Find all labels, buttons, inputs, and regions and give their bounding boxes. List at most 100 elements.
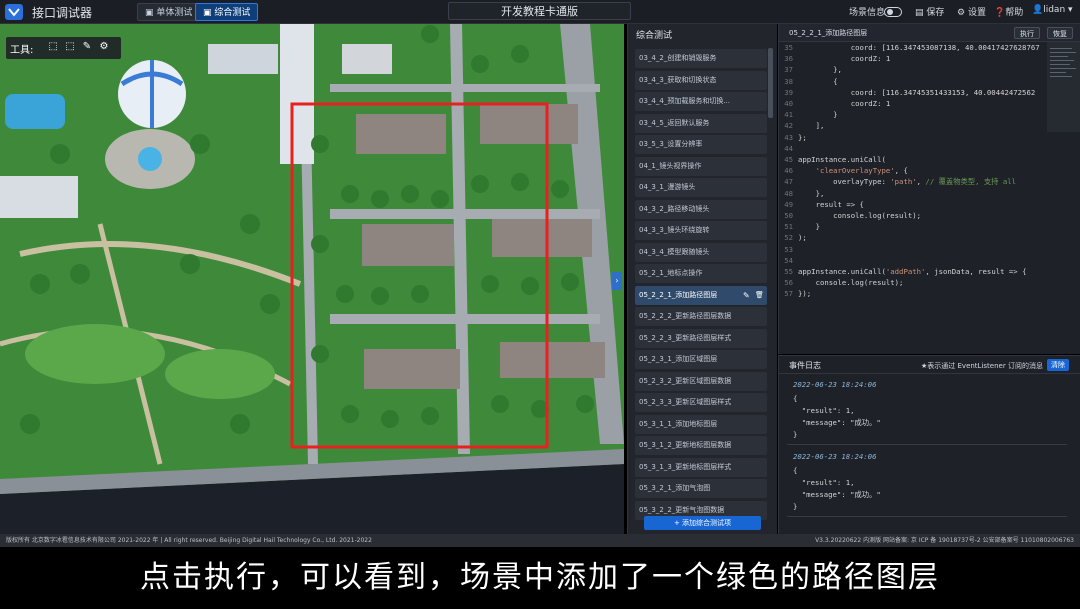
- help-icon: ❓: [994, 8, 1006, 18]
- line-number: 44: [784, 143, 793, 153]
- tab-unit-test[interactable]: ▣ 单体测试: [137, 3, 201, 21]
- list-item[interactable]: 03_4_4_预加载服务和切换...: [635, 92, 767, 111]
- event-log-panel: 事件日志 ★表示通过 EventListener 订阅的消息 清除 2022-0…: [778, 355, 1080, 534]
- list-item[interactable]: 05_3_1_2_更新地标图层数据: [635, 436, 767, 455]
- list-item[interactable]: 05_2_3_3_更新区域图层样式: [635, 393, 767, 412]
- delete-icon[interactable]: 🗑: [755, 286, 764, 305]
- line-number: 53: [784, 244, 793, 254]
- footer: 版权所有 北京数字冰雹信息技术有限公司 2021-2022 年 | All ri…: [0, 534, 1080, 547]
- list-item[interactable]: 04_3_3_镜头环绕旋转: [635, 221, 767, 240]
- log-line: }: [793, 430, 798, 439]
- log-timestamp: 2022-06-23 18:24:06: [793, 452, 877, 461]
- chevron-down-icon: ▾: [1065, 5, 1073, 15]
- list-item[interactable]: 03_4_2_创建和销毁服务: [635, 49, 767, 68]
- line-number: 40: [784, 99, 793, 108]
- add-test-item-button[interactable]: + 添加综合测试项: [644, 516, 761, 530]
- event-log-note: ★表示通过 EventListener 订阅的消息: [921, 362, 1043, 370]
- list-item[interactable]: 05_3_1_3_更新地标图层样式: [635, 457, 767, 477]
- code-text: console.log(result);: [798, 211, 922, 220]
- tab-icon: ▣: [145, 8, 157, 18]
- code-text: {: [798, 76, 838, 86]
- line-number: 48: [784, 188, 793, 198]
- line-number: 54: [784, 255, 793, 265]
- log-line: {: [793, 394, 798, 403]
- line-number: 46: [784, 166, 793, 176]
- settings-button[interactable]: ⚙ 设置: [957, 5, 986, 18]
- log-separator: [787, 444, 1067, 445]
- line-number: 57: [784, 289, 793, 299]
- save-button[interactable]: ▤ 保存: [915, 5, 944, 18]
- log-line: "result": 1,: [793, 478, 855, 487]
- list-item[interactable]: 05_3_2_1_添加气泡图: [635, 479, 767, 498]
- list-item[interactable]: 05_2_3_1_添加区域图层: [635, 350, 767, 369]
- list-item[interactable]: 03_5_3_设置分辨率: [635, 135, 767, 154]
- list-item[interactable]: 03_4_5_返回默认服务: [635, 113, 767, 133]
- code-text: coord: [116.347453087138, 40.00417427628…: [798, 43, 1040, 52]
- log-timestamp: 2022-06-23 18:24:06: [793, 380, 877, 389]
- test-list-panel: 综合测试 03_4_2_创建和销毁服务 03_4_3_获取和切换状态 03_4_4_…: [627, 24, 777, 534]
- list-item[interactable]: 04_1_镜头视界操作: [635, 156, 767, 176]
- select-box-icon[interactable]: ⬚: [47, 41, 59, 53]
- app-title: 接口调试器: [32, 6, 93, 20]
- edit-icon[interactable]: ✎: [743, 286, 750, 305]
- code-editor[interactable]: 05_2_2_1_添加路径图层 执行 恢复 35 coord: [116.347…: [778, 24, 1080, 354]
- log-separator: [787, 516, 1067, 517]
- list-item[interactable]: 05_2_2_3_更新路径图层样式: [635, 328, 767, 348]
- version-text: V3.3.20220622 内测版 网站备案: 京 ICP 备 19018737…: [815, 537, 1074, 544]
- line-number: 43: [784, 132, 793, 142]
- code-text: ],: [798, 121, 825, 131]
- line-number: 49: [784, 199, 793, 209]
- settings-gear-icon[interactable]: ⚙: [98, 41, 110, 53]
- run-button[interactable]: 执行: [1014, 27, 1040, 39]
- list-scrollbar[interactable]: [768, 48, 773, 118]
- collapse-panel-arrow-icon[interactable]: ›: [612, 272, 622, 290]
- line-number: 51: [784, 222, 793, 232]
- code-text: appInstance.uniCall('addPath', jsonData,…: [798, 267, 1027, 276]
- list-item[interactable]: 05_2_3_2_更新区域图层数据: [635, 371, 767, 391]
- event-log-header: 事件日志 ★表示通过 EventListener 订阅的消息 清除: [779, 356, 1080, 374]
- list-item[interactable]: 03_4_3_获取和切换状态: [635, 70, 767, 90]
- project-title[interactable]: 开发教程卡通版: [448, 2, 631, 20]
- list-item[interactable]: 04_3_2_路径移动镜头: [635, 199, 767, 219]
- code-text: result => {: [798, 199, 864, 209]
- draw-pen-icon[interactable]: ✎: [81, 41, 93, 53]
- list-item[interactable]: 05_2_1_地标点操作: [635, 264, 767, 283]
- tab-integration-test[interactable]: ▣ 综合测试: [195, 3, 259, 21]
- list-item[interactable]: 05_2_2_2_更新路径图层数据: [635, 307, 767, 326]
- line-number: 36: [784, 54, 793, 64]
- line-number: 52: [784, 233, 793, 243]
- line-number: 47: [784, 177, 793, 187]
- log-line: "message": "成功。": [793, 490, 881, 499]
- user-icon: 👤: [1032, 5, 1044, 15]
- help-button[interactable]: ❓帮助: [994, 5, 1023, 18]
- code-text: },: [798, 188, 825, 198]
- save-icon: ▤: [915, 8, 927, 18]
- list-item[interactable]: 05_2_2_1_添加路径图层 ✎ 🗑: [635, 285, 767, 305]
- log-line: "message": "成功。": [793, 418, 881, 427]
- code-text: overlayType: 'path', // 覆盖物类型, 支持 all: [798, 177, 1017, 187]
- code-text: 'clearOverlayType', {: [815, 166, 908, 176]
- line-number: 56: [784, 278, 793, 288]
- user-menu[interactable]: 👤lidan ▾: [1032, 5, 1073, 15]
- code-minimap[interactable]: [1047, 42, 1080, 132]
- code-text: };: [798, 132, 807, 142]
- scene-info-toggle[interactable]: [884, 7, 902, 17]
- list-item[interactable]: 05_3_1_1_添加地标图层: [635, 414, 767, 434]
- line-number: 50: [784, 211, 793, 220]
- line-number: 42: [784, 121, 793, 131]
- restore-button[interactable]: 恢复: [1047, 27, 1073, 39]
- code-area[interactable]: 35 coord: [116.347453087138, 40.00417427…: [779, 42, 1047, 342]
- line-number: 41: [784, 110, 793, 120]
- list-header: 综合测试: [636, 31, 673, 41]
- scene-info-label: 场景信息: [849, 8, 886, 18]
- clear-log-button[interactable]: 清除: [1047, 359, 1069, 371]
- scene-viewport[interactable]: ›: [0, 24, 624, 534]
- code-text: appInstance.uniCall(: [798, 155, 886, 164]
- gear-icon: ⚙: [957, 8, 968, 18]
- measure-icon[interactable]: ⬚: [64, 41, 76, 53]
- top-bar: 接口调试器 ▣ 单体测试 ▣ 综合测试 开发教程卡通版 场景信息 ▤ 保存 ⚙ …: [0, 0, 1080, 24]
- list-item[interactable]: 04_3_4_模型跟随镜头: [635, 242, 767, 262]
- event-log-title: 事件日志: [789, 361, 821, 370]
- list-item[interactable]: 04_3_1_漫游镜头: [635, 178, 767, 197]
- app-logo-icon: [5, 4, 23, 20]
